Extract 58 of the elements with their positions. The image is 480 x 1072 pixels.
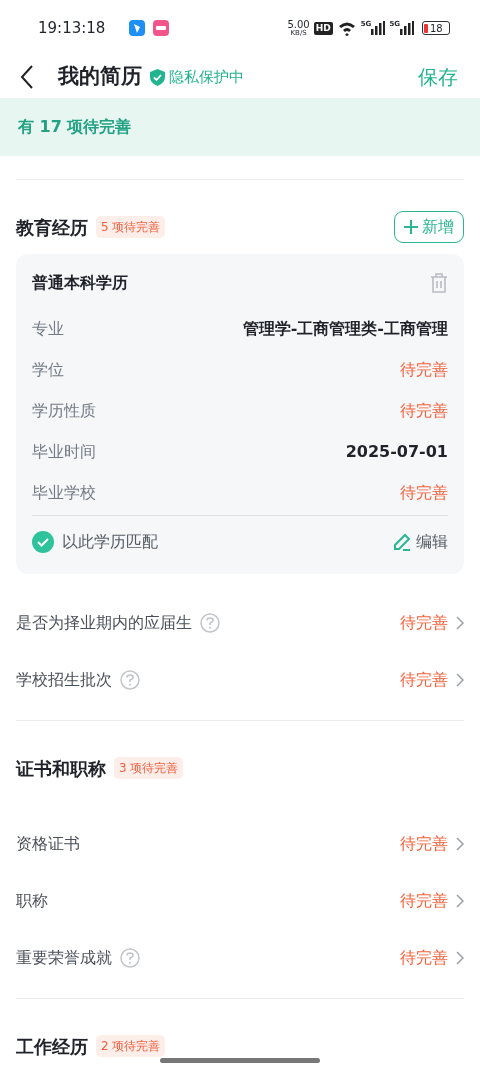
hd-badge: HD: [313, 21, 333, 35]
row-label: 学校招生批次: [16, 668, 112, 691]
match-label: 以此学历匹配: [62, 531, 158, 553]
list-row[interactable]: 职称 待完善: [0, 872, 480, 929]
list-row[interactable]: 是否为择业期内的应届生 待完善: [0, 594, 480, 651]
completion-banner: 有 17 项待完善: [0, 98, 480, 156]
signal-icon: [400, 21, 414, 35]
field-label: 毕业时间: [32, 440, 96, 463]
list-row[interactable]: 重要荣誉成就 待完善: [0, 929, 480, 986]
help-icon[interactable]: [120, 947, 140, 968]
row-label: 重要荣誉成就: [16, 946, 112, 969]
row-value: 待完善: [400, 611, 448, 634]
field-label: 学位: [32, 358, 64, 381]
app-icon: [153, 20, 170, 36]
list-row[interactable]: 资格证书 待完善: [0, 815, 480, 872]
row-value: 待完善: [400, 946, 448, 969]
edit-button[interactable]: 编辑: [392, 530, 448, 554]
field-value: 2025-07-01: [345, 440, 448, 463]
list-row[interactable]: 学校招生批次 待完善: [0, 651, 480, 708]
field-value: 管理学-工商管理类-工商管理: [242, 317, 448, 340]
chevron-right-icon: [456, 836, 464, 851]
help-icon[interactable]: [120, 669, 140, 690]
field-label: 毕业学校: [32, 481, 96, 504]
field-value: 待完善: [400, 358, 448, 381]
section-title: 教育经历: [16, 215, 88, 240]
row-value: 待完善: [400, 668, 448, 691]
field-value: 待完善: [400, 399, 448, 422]
row-value: 待完善: [400, 832, 448, 855]
plus-icon: [404, 220, 418, 234]
field-value: 待完善: [400, 481, 448, 504]
pencil-icon: [392, 532, 412, 552]
help-icon[interactable]: [200, 612, 220, 633]
row-label: 资格证书: [16, 832, 80, 855]
page-title: 我的简历: [58, 63, 142, 91]
battery-indicator: 18: [422, 21, 450, 35]
field-label: 学历性质: [32, 399, 96, 422]
privacy-status: 隐私保护中: [169, 66, 244, 88]
chevron-right-icon: [456, 615, 464, 630]
app-icon: [129, 20, 146, 36]
section-title: 工作经历: [16, 1034, 88, 1059]
back-icon[interactable]: [20, 65, 34, 89]
chevron-right-icon: [456, 950, 464, 965]
trash-icon[interactable]: [430, 272, 448, 294]
field-label: 专业: [32, 317, 64, 340]
section-title: 证书和职称: [16, 756, 106, 781]
check-circle-icon[interactable]: [32, 531, 54, 553]
shield-check-icon: [150, 68, 165, 86]
chevron-right-icon: [456, 672, 464, 687]
row-value: 待完善: [400, 889, 448, 912]
status-time: 19:13:18: [38, 17, 106, 39]
pending-count-tag: 5 项待完善: [96, 216, 166, 238]
card-title: 普通本科学历: [32, 272, 128, 294]
signal-icon: [371, 21, 386, 35]
chevron-right-icon: [456, 893, 464, 908]
row-label: 职称: [16, 889, 48, 912]
pending-count-tag: 2 项待完善: [96, 1035, 166, 1057]
row-label: 是否为择业期内的应届生: [16, 611, 192, 634]
pending-count-tag: 3 项待完善: [114, 757, 184, 779]
